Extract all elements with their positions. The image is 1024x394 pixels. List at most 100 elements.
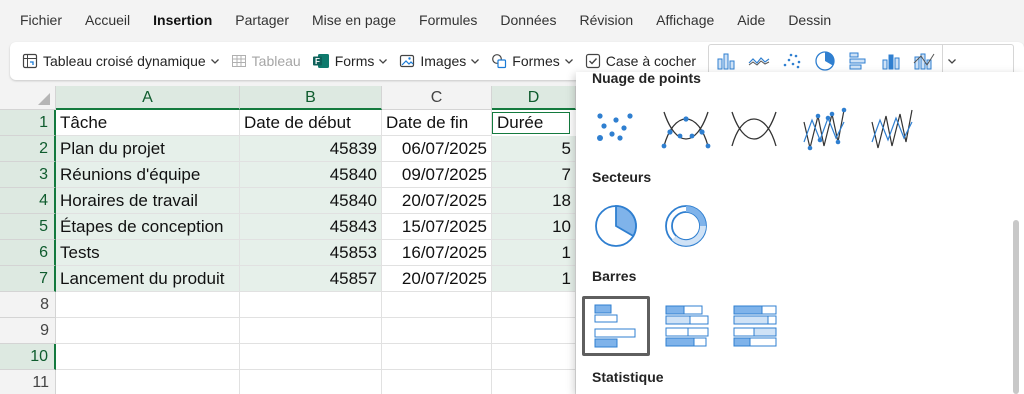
cell-d2[interactable]: 5 [492,136,576,162]
cell-a3[interactable]: Réunions d'équipe [56,162,240,188]
row-header-7[interactable]: 7 [0,266,56,292]
cell-b4[interactable]: 45840 [240,188,382,214]
cell-d6[interactable]: 1 [492,240,576,266]
column-header-c[interactable]: C [382,86,492,110]
cell-b10[interactable] [240,344,382,370]
row-header-10[interactable]: 10 [0,344,56,370]
cell-b7[interactable]: 45857 [240,266,382,292]
column-header-d[interactable]: D [492,86,576,110]
row-header-6[interactable]: 6 [0,240,56,266]
tab-fichier[interactable]: Fichier [20,12,62,28]
cell-d11[interactable] [492,370,576,394]
cell-c8[interactable] [382,292,492,318]
cell-b5[interactable]: 45843 [240,214,382,240]
cell-a9[interactable] [56,318,240,344]
cell-d1[interactable]: Durée [492,112,570,134]
tab-revision[interactable]: Révision [579,12,633,28]
tab-mise-en-page[interactable]: Mise en page [312,12,396,28]
cell-a5[interactable]: Étapes de conception [56,214,240,240]
chevron-down-icon [471,59,480,64]
cell-d5[interactable]: 10 [492,214,576,240]
cell-d9[interactable] [492,318,576,344]
forms-button[interactable]: F Forms [312,53,389,69]
dropdown-scrollbar-thumb[interactable] [1013,220,1019,394]
cell-c5[interactable]: 15/07/2025 [382,214,492,240]
row-header-8[interactable]: 8 [0,292,56,318]
column-header-a[interactable]: A [56,86,240,110]
statistic-section-title: Statistique [592,369,664,385]
cell-c6[interactable]: 16/07/2025 [382,240,492,266]
tab-formules[interactable]: Formules [419,12,477,28]
cell-a6[interactable]: Tests [56,240,240,266]
tab-insertion[interactable]: Insertion [153,12,212,28]
scatter-smooth-lines-option[interactable] [722,96,786,160]
cell-c2[interactable]: 06/07/2025 [382,136,492,162]
scatter-markers-option[interactable] [584,96,648,160]
cell-a10[interactable] [56,344,240,370]
images-button[interactable]: Images [399,53,480,69]
clustered-bar-option[interactable] [582,296,650,356]
image-icon [400,54,415,68]
pivot-table-button[interactable]: Tableau croisé dynamique [22,53,220,69]
cell-d3[interactable]: 7 [492,162,576,188]
cell-c4[interactable]: 20/07/2025 [382,188,492,214]
cell-b6[interactable]: 45853 [240,240,382,266]
tab-partager[interactable]: Partager [235,12,289,28]
cell-d8[interactable] [492,292,576,318]
row-header-5[interactable]: 5 [0,214,56,240]
pie-icon [595,205,637,247]
doughnut-option[interactable] [654,194,718,258]
cell-a7[interactable]: Lancement du produit [56,266,240,292]
pie-section-title: Secteurs [592,169,652,185]
cell-d10[interactable] [492,344,576,370]
pie-option[interactable] [584,194,648,258]
scatter-straight-lines-option[interactable] [860,96,924,160]
row-header-4[interactable]: 4 [0,188,56,214]
cell-c11[interactable] [382,370,492,394]
table-button[interactable]: Tableau [231,53,301,69]
cell-b1[interactable]: Date de début [240,110,382,136]
tab-accueil[interactable]: Accueil [85,12,130,28]
cell-c3[interactable]: 09/07/2025 [382,162,492,188]
cell-c1[interactable]: Date de fin [382,110,492,136]
checkbox-button[interactable]: Case à cocher [585,53,696,69]
tab-donnees[interactable]: Données [500,12,556,28]
cell-a2[interactable]: Plan du projet [56,136,240,162]
scatter-smooth-markers-option[interactable] [654,96,718,160]
cell-b2[interactable]: 45839 [240,136,382,162]
row-header-9[interactable]: 9 [0,318,56,344]
cell-c7[interactable]: 20/07/2025 [382,266,492,292]
row-header-11[interactable]: 11 [0,370,56,394]
menu-bar: Fichier Accueil Insertion Partager Mise … [0,0,1024,40]
scatter-straight-markers-icon [803,107,847,151]
scatter-smooth-markers-icon [661,111,711,149]
cell-a8[interactable] [56,292,240,318]
clustered-bar-icon [594,304,636,348]
tab-affichage[interactable]: Affichage [656,12,714,28]
row-header-3[interactable]: 3 [0,162,56,188]
cell-b9[interactable] [240,318,382,344]
cell-c9[interactable] [382,318,492,344]
cell-b8[interactable] [240,292,382,318]
chevron-down-icon [210,59,219,64]
cell-d4[interactable]: 18 [492,188,576,214]
row-header-1[interactable]: 1 [0,110,56,136]
tab-dessin[interactable]: Dessin [788,12,831,28]
select-all-corner[interactable] [0,86,56,110]
cell-b3[interactable]: 45840 [240,162,382,188]
cell-a4[interactable]: Horaires de travail [56,188,240,214]
checkbox-label: Case à cocher [605,53,697,69]
stacked-bar-option[interactable] [656,294,720,358]
tab-aide[interactable]: Aide [737,12,765,28]
row-header-2[interactable]: 2 [0,136,56,162]
shapes-button[interactable]: Formes [491,53,573,69]
column-header-b[interactable]: B [240,86,382,110]
cell-c10[interactable] [382,344,492,370]
scatter-straight-markers-option[interactable] [792,96,856,160]
cell-a11[interactable] [56,370,240,394]
cell-d7[interactable]: 1 [492,266,576,292]
scatter-straight-lines-icon [871,109,913,149]
cell-a1[interactable]: Tâche [56,110,240,136]
cell-b11[interactable] [240,370,382,394]
stacked-100-bar-option[interactable] [724,294,788,358]
